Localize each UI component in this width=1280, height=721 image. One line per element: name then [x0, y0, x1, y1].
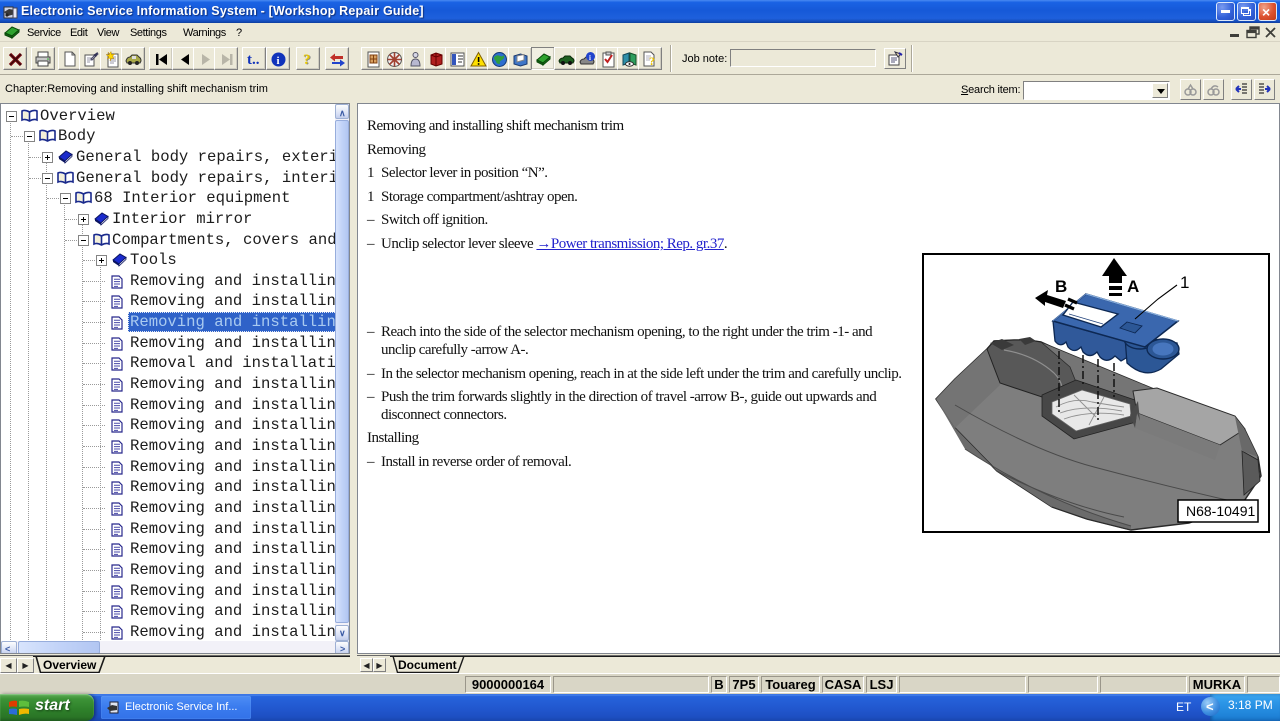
svg-text:t..: t..: [247, 52, 260, 68]
svg-text:?: ?: [303, 52, 311, 68]
svg-text:N68-10491: N68-10491: [1186, 503, 1255, 519]
svg-text:?: ?: [649, 54, 655, 68]
svg-text:1: 1: [1180, 273, 1189, 292]
svg-text:i: i: [589, 54, 591, 62]
svg-text:A: A: [1127, 277, 1139, 296]
svg-text:i: i: [277, 55, 280, 67]
svg-text:B: B: [1055, 277, 1067, 296]
